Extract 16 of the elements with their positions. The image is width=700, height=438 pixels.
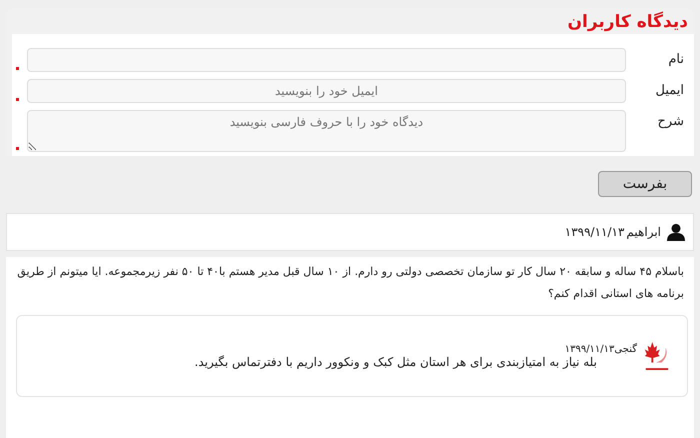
user-icon — [667, 223, 685, 241]
field-label: نام — [667, 51, 684, 67]
reply-text: بله نیاز به امتیازبندی برای هر استان مثل کبک و ونکوور داریم با دفترتماس بگیرید. — [194, 354, 597, 368]
field-label: شرح — [656, 113, 684, 129]
maple-leaf-icon — [643, 340, 671, 372]
input-field[interactable]: دیدگاه خود را با حروف فارسی بنویسید — [27, 110, 626, 152]
field-label: ایمیل — [654, 82, 684, 98]
submit-button[interactable]: بفرست — [598, 171, 692, 197]
input-field[interactable] — [27, 48, 626, 72]
section-title: دیدگاه کاربران — [566, 12, 689, 34]
comment-text: باسلام ۴۵ ساله و سابقه ۲۰ سال کار تو سازمان تخصصی دولتی رو دارم. از ۱۰ سال قبل مدیر هستم با۴۰ تا ۵۰ نفر زیرمجموعه. ایا میتونم از طریق برنامه های استانی اقدام کنم؟ — [16, 264, 684, 302]
comment-date: ۱۳۹۹/۱۱/۱۳ — [564, 225, 624, 239]
input-field[interactable]: ایمیل خود را بنویسید — [27, 79, 626, 103]
reply-date: ۱۳۹۹/۱۱/۱۳ — [564, 344, 614, 354]
reply-author: گنجی — [614, 344, 637, 354]
comment-author: ابراهیم — [626, 225, 661, 239]
